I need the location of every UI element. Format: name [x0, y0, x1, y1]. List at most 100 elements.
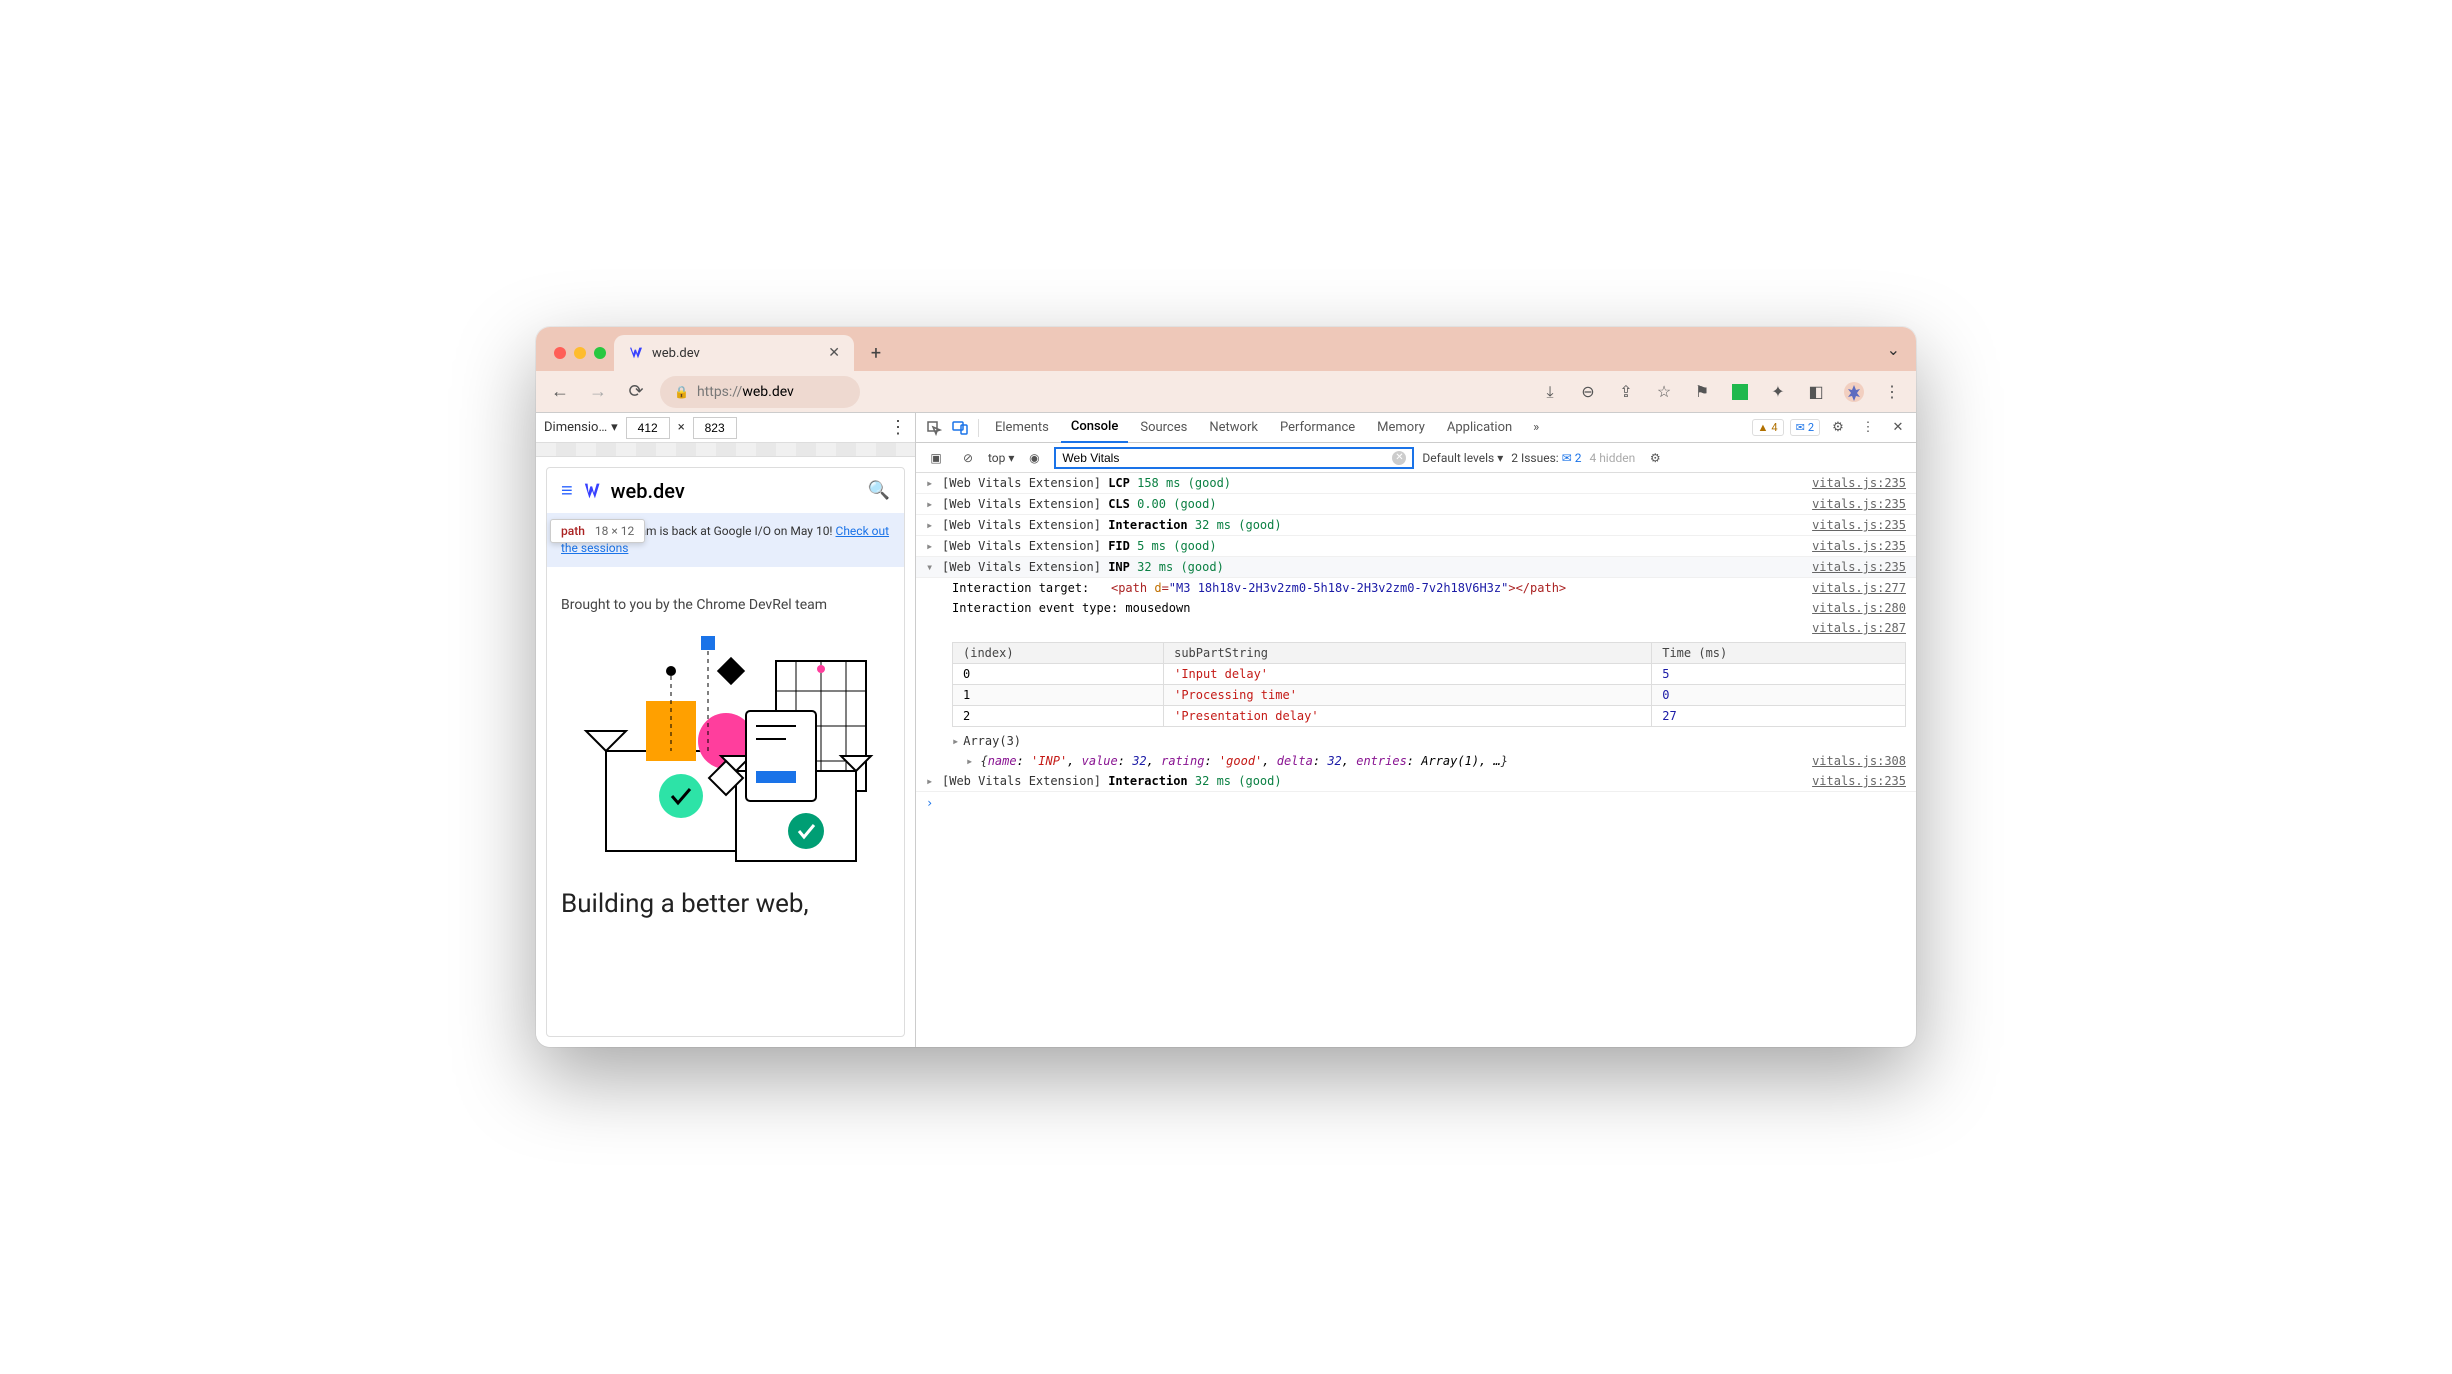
close-tab-icon[interactable]: ✕	[828, 345, 840, 361]
source-link[interactable]: vitals.js:280	[1812, 601, 1906, 615]
levels-dropdown[interactable]: Default levels ▾	[1422, 451, 1503, 465]
console-message[interactable]: ▸ [Web Vitals Extension] Interaction 32 …	[916, 515, 1916, 536]
device-more-icon[interactable]: ⋮	[889, 417, 907, 438]
profile-avatar[interactable]	[1840, 378, 1868, 406]
tab-sources[interactable]: Sources	[1130, 413, 1197, 443]
sidepanel-icon[interactable]: ◧	[1802, 378, 1830, 406]
expand-arrow-icon[interactable]: ▸	[926, 476, 936, 490]
console-output: ▸ [Web Vitals Extension] LCP 158 ms (goo…	[916, 473, 1916, 1047]
window-controls	[546, 347, 614, 371]
warnings-badge[interactable]: ▲ 4	[1752, 419, 1784, 436]
html-element[interactable]: <path	[1111, 581, 1154, 595]
install-icon[interactable]: ⤓	[1536, 378, 1564, 406]
filter-text[interactable]	[1062, 451, 1386, 465]
titlebar: web.dev ✕ + ⌄	[536, 327, 1916, 371]
close-devtools-icon[interactable]: ✕	[1886, 416, 1910, 440]
hero-illustration	[576, 631, 876, 871]
source-link[interactable]: vitals.js:235	[1812, 539, 1906, 553]
more-tabs-icon[interactable]: »	[1524, 416, 1548, 440]
content-area: Dimensio…▾ × ⋮ ≡ web.dev 🔍	[536, 413, 1916, 1047]
hero-title: Building a better web,	[561, 889, 890, 919]
filter-input[interactable]: ✕	[1054, 447, 1414, 469]
browser-tab[interactable]: web.dev ✕	[614, 335, 854, 371]
source-link[interactable]: vitals.js:235	[1812, 560, 1906, 574]
hidden-count: 4 hidden	[1589, 451, 1635, 465]
reload-button[interactable]: ⟳	[622, 378, 650, 406]
share-icon[interactable]: ⇪	[1612, 378, 1640, 406]
site-header: ≡ web.dev 🔍	[547, 468, 904, 513]
devtools-pane: Elements Console Sources Network Perform…	[916, 413, 1916, 1047]
flag-icon[interactable]: ⚑	[1688, 378, 1716, 406]
hero-section: Brought to you by the Chrome DevRel team	[547, 567, 904, 929]
dimensions-dropdown[interactable]: Dimensio…▾	[544, 420, 618, 435]
expand-arrow-icon[interactable]: ▸	[926, 518, 936, 532]
address-bar[interactable]: 🔒 https://web.dev	[660, 376, 860, 408]
viewport: ≡ web.dev 🔍 path 18 × 12 The Chrome team…	[536, 457, 915, 1047]
console-message[interactable]: ▸ [Web Vitals Extension] FID 5 ms (good)…	[916, 536, 1916, 557]
info-badge[interactable]: ✉ 2	[1790, 419, 1820, 436]
expand-arrow-icon[interactable]: ▸	[926, 539, 936, 553]
tab-elements[interactable]: Elements	[985, 413, 1059, 443]
site-brand-text: web.dev	[611, 479, 685, 503]
site-logo[interactable]: web.dev	[583, 479, 685, 503]
console-message[interactable]: ▸ [Web Vitals Extension] CLS 0.00 (good)…	[916, 494, 1916, 515]
source-link[interactable]: vitals.js:277	[1812, 581, 1906, 595]
inspect-icon[interactable]	[922, 416, 946, 440]
zoom-icon[interactable]: ⊖	[1574, 378, 1602, 406]
minimize-window-button[interactable]	[574, 347, 586, 359]
tab-console[interactable]: Console	[1061, 413, 1128, 443]
expand-arrow-icon[interactable]: ▸	[926, 774, 936, 788]
source-link[interactable]: vitals.js:308	[1812, 754, 1906, 768]
menu-icon[interactable]: ⋮	[1878, 378, 1906, 406]
extensions-icon[interactable]: ✦	[1764, 378, 1792, 406]
back-button[interactable]: ←	[546, 378, 574, 406]
bookmark-icon[interactable]: ☆	[1650, 378, 1678, 406]
console-settings-icon[interactable]: ⚙	[1643, 446, 1667, 470]
site-search-icon[interactable]: 🔍	[868, 480, 890, 501]
table-row: 0 'Input delay' 5	[953, 664, 1906, 685]
tab-list-button[interactable]: ⌄	[1881, 340, 1906, 359]
maximize-window-button[interactable]	[594, 347, 606, 359]
expand-arrow-icon[interactable]: ▸	[926, 497, 936, 511]
table-header[interactable]: Time (ms)	[1652, 643, 1906, 664]
source-link[interactable]: vitals.js:235	[1812, 518, 1906, 532]
source-link[interactable]: vitals.js:235	[1812, 497, 1906, 511]
source-link[interactable]: vitals.js:287	[1812, 621, 1906, 635]
tooltip-size: 18 × 12	[595, 524, 634, 538]
settings-icon[interactable]: ⚙	[1826, 416, 1850, 440]
forward-button[interactable]: →	[584, 378, 612, 406]
issues-link[interactable]: 2 Issues: ✉ 2	[1511, 451, 1581, 465]
source-link[interactable]: vitals.js:235	[1812, 774, 1906, 788]
table-header[interactable]: subPartString	[1164, 643, 1652, 664]
console-sub-message: Interaction target: <path d="M3 18h18v-2…	[916, 578, 1916, 598]
table-header[interactable]: (index)	[953, 643, 1164, 664]
tab-memory[interactable]: Memory	[1367, 413, 1435, 443]
tab-network[interactable]: Network	[1199, 413, 1268, 443]
clear-console-icon[interactable]: ⊘	[956, 446, 980, 470]
console-message[interactable]: ▸ [Web Vitals Extension] LCP 158 ms (goo…	[916, 473, 1916, 494]
console-message-expanded[interactable]: ▾ [Web Vitals Extension] INP 32 ms (good…	[916, 557, 1916, 578]
object-line[interactable]: ▸ {name: 'INP', value: 32, rating: 'good…	[916, 751, 1916, 771]
browser-window: web.dev ✕ + ⌄ ← → ⟳ 🔒 https://web.dev ⤓ …	[536, 327, 1916, 1047]
tab-application[interactable]: Application	[1437, 413, 1522, 443]
hamburger-icon[interactable]: ≡	[561, 478, 573, 503]
clear-filter-icon[interactable]: ✕	[1392, 451, 1406, 465]
source-link[interactable]: vitals.js:235	[1812, 476, 1906, 490]
extension-square-icon[interactable]	[1726, 378, 1754, 406]
console-toolbar: ▣ ⊘ top ▾ ◉ ✕ Default levels ▾ 2 Issues:…	[916, 443, 1916, 473]
console-message[interactable]: ▸ [Web Vitals Extension] Interaction 32 …	[916, 771, 1916, 792]
array-expand[interactable]: ▸Array(3)	[916, 731, 1916, 751]
context-dropdown[interactable]: top ▾	[988, 451, 1014, 465]
width-input[interactable]	[626, 417, 670, 439]
console-sidebar-toggle-icon[interactable]: ▣	[924, 446, 948, 470]
console-prompt[interactable]: ›	[916, 792, 1916, 814]
tab-performance[interactable]: Performance	[1270, 413, 1365, 443]
collapse-arrow-icon[interactable]: ▾	[926, 560, 936, 574]
devtools-menu-icon[interactable]: ⋮	[1856, 416, 1880, 440]
device-toggle-icon[interactable]	[948, 416, 972, 440]
close-window-button[interactable]	[554, 347, 566, 359]
live-expression-icon[interactable]: ◉	[1022, 446, 1046, 470]
height-input[interactable]	[693, 417, 737, 439]
new-tab-button[interactable]: +	[862, 339, 890, 367]
lock-icon: 🔒	[674, 385, 689, 399]
